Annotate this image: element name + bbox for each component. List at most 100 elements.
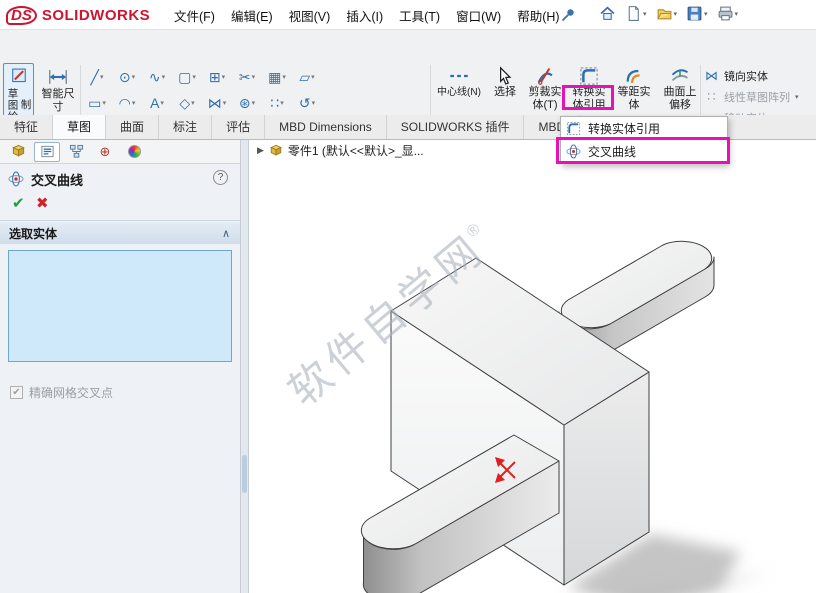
sketch-tool-text[interactable]: A▾ [142, 90, 172, 115]
dropdown-arrow-icon[interactable]: ▾ [280, 99, 284, 107]
sketch-tool-rotate[interactable]: ↺▾ [292, 90, 322, 115]
help-icon[interactable]: ? [213, 170, 228, 185]
dropdown-arrow-icon[interactable]: ▾ [160, 99, 164, 107]
propertymanager-tab[interactable] [34, 142, 60, 162]
tab-2[interactable]: 曲面 [106, 115, 159, 139]
tab-3[interactable]: 标注 [159, 115, 212, 139]
menu-item-1[interactable]: 编辑(E) [223, 2, 281, 29]
dropdown-arrow-icon[interactable]: ▾ [132, 73, 136, 81]
dropdown-arrow-icon[interactable]: ▾ [704, 10, 708, 18]
tab-6[interactable]: SOLIDWORKS 插件 [387, 115, 525, 139]
dropdown-arrow-icon[interactable]: ▾ [735, 10, 739, 18]
configurationmanager-tab[interactable] [63, 142, 89, 162]
linear-pattern-button: ∷ 线性草图阵列 ▾ [704, 88, 799, 106]
dropdown-arrow-icon[interactable]: ▾ [102, 99, 106, 107]
sketch-tool-corner-rectangle[interactable]: ▢▾ [172, 64, 202, 89]
convert-entities-icon [579, 66, 599, 86]
expand-arrow-icon[interactable]: ▶ [257, 145, 264, 156]
mirror-entities-button[interactable]: ⋈ 镜向实体 [704, 67, 768, 85]
sketch-tool-line[interactable]: ╱▾ [82, 64, 112, 89]
menu-items: 文件(F)编辑(E)视图(V)插入(I)工具(T)窗口(W)帮助(H) [166, 0, 568, 30]
arc-icon: ◠ [119, 96, 131, 110]
cancel-button[interactable]: ✖ [36, 194, 49, 212]
convert-entities-icon [566, 121, 581, 136]
splitter-handle[interactable] [242, 455, 247, 493]
open-button[interactable]: ▾ [653, 3, 681, 24]
divider [0, 220, 240, 221]
menu-item-6[interactable]: 帮助(H) [509, 2, 567, 29]
hatch-pattern-icon: ▦ [268, 70, 281, 84]
sketch-tool-spline[interactable]: ∿▾ [142, 64, 172, 89]
sketch-tool-rectangle[interactable]: ▭▾ [82, 90, 112, 115]
convert-label2: 体引用 [573, 99, 606, 112]
propertymanager-icon [40, 144, 55, 159]
dimxpertmanager-tab[interactable]: ⊕ [92, 142, 118, 162]
panel-title: 交叉曲线 [31, 170, 83, 189]
dropdown-arrow-icon[interactable]: ▾ [311, 73, 315, 81]
tab-1[interactable]: 草图 [53, 115, 106, 139]
menu-item-2[interactable]: 视图(V) [281, 2, 339, 29]
select-cursor-icon [495, 66, 515, 86]
dropdown-arrow-icon[interactable]: ▾ [252, 99, 256, 107]
sketch-icon [9, 67, 29, 84]
featuremanager-tab[interactable] [5, 142, 31, 162]
new-document-button[interactable]: ▾ [622, 3, 650, 24]
dropdown-arrow-icon[interactable]: ▾ [192, 73, 196, 81]
trim-entities-icon [535, 66, 555, 86]
menu-item-intersection-curve[interactable]: 交叉曲线 [561, 140, 727, 163]
menu-bar: DS SOLIDWORKS 文件(F)编辑(E)视图(V)插入(I)工具(T)窗… [0, 0, 816, 30]
graphics-viewport[interactable]: ▶ 零件1 (默认<<默认>_显... [249, 140, 816, 593]
command-manager-ribbon: 草图绘制 ▼ 智能尺 寸 ▼ ╱▾⊙▾∿▾▢▾⊞▾✂▾▦▾▱▾▭▾◠▾A▾◇▾⋈… [0, 30, 816, 115]
menu-item-5[interactable]: 窗口(W) [448, 2, 509, 29]
dropdown-arrow-icon[interactable]: ▾ [223, 99, 227, 107]
home-button[interactable] [596, 3, 619, 24]
linear-pattern-label: 线性草图阵列 [724, 89, 790, 105]
dropdown-arrow-icon[interactable]: ▾ [222, 73, 226, 81]
collapse-icon[interactable]: ∧ [222, 227, 230, 240]
checkbox-icon: ✔ [10, 386, 23, 399]
dropdown-arrow-icon[interactable]: ▾ [674, 10, 678, 18]
smart-dimension-icon [47, 66, 69, 88]
sketch-tool-plane[interactable]: ▱▾ [292, 64, 322, 89]
displaymanager-icon [128, 145, 141, 158]
polygon-icon: ◇ [179, 96, 190, 110]
tab-4[interactable]: 评估 [212, 115, 265, 139]
text-icon: A [150, 96, 159, 110]
selection-section-header[interactable]: 选取实体 ∧ [0, 222, 240, 244]
tab-5[interactable]: MBD Dimensions [265, 115, 387, 139]
displaymanager-tab[interactable] [121, 142, 147, 162]
ok-button[interactable]: ✔ [12, 194, 25, 212]
menu-item-3[interactable]: 插入(I) [338, 2, 391, 29]
dropdown-arrow-icon[interactable]: ▾ [312, 99, 316, 107]
sketch-tool-grid-system[interactable]: ⊞▾ [202, 64, 232, 89]
menu-item-4[interactable]: 工具(T) [391, 2, 448, 29]
panel-splitter [240, 140, 249, 593]
sketch-tool-mirror-small[interactable]: ⋈▾ [202, 90, 232, 115]
sketch-tool-linear-pattern-small[interactable]: ∷▾ [262, 90, 292, 115]
selection-listbox[interactable] [8, 250, 232, 362]
surface-offset-label: 曲面上 [664, 86, 697, 99]
dropdown-arrow-icon[interactable]: ▾ [643, 10, 647, 18]
save-button[interactable]: ▾ [683, 3, 711, 24]
dropdown-arrow-icon[interactable]: ▾ [100, 73, 104, 81]
sketch-tool-point-pattern[interactable]: ⊛▾ [232, 90, 262, 115]
flyout-feature-tree[interactable]: ▶ 零件1 (默认<<默认>_显... [257, 142, 424, 159]
dropdown-arrow-icon[interactable]: ▾ [252, 73, 256, 81]
sketch-tool-polygon[interactable]: ◇▾ [172, 90, 202, 115]
dropdown-arrow-icon[interactable]: ▾ [191, 99, 195, 107]
trim-label: 剪裁实 [529, 86, 562, 99]
sketch-tool-arc[interactable]: ◠▾ [112, 90, 142, 115]
menu-item-convert-entities[interactable]: 转换实体引用 [561, 117, 727, 140]
sketch-tool-hatch-pattern[interactable]: ▦▾ [262, 64, 292, 89]
dropdown-arrow-icon[interactable]: ▾ [162, 73, 166, 81]
dropdown-arrow-icon[interactable]: ▾ [132, 99, 136, 107]
menu-item-0[interactable]: 文件(F) [166, 2, 223, 29]
dropdown-arrow-icon[interactable]: ▾ [282, 73, 286, 81]
sketch-tool-trim-small[interactable]: ✂▾ [232, 64, 262, 89]
print-button[interactable]: ▾ [714, 3, 742, 24]
tab-0[interactable]: 特征 [0, 115, 53, 139]
sketch-tool-circle[interactable]: ⊙▾ [112, 64, 142, 89]
part-model[interactable]: 软件自学网 ® [249, 140, 816, 593]
linear-pattern-icon: ∷ [704, 89, 719, 105]
pushpin-icon[interactable] [560, 7, 576, 23]
